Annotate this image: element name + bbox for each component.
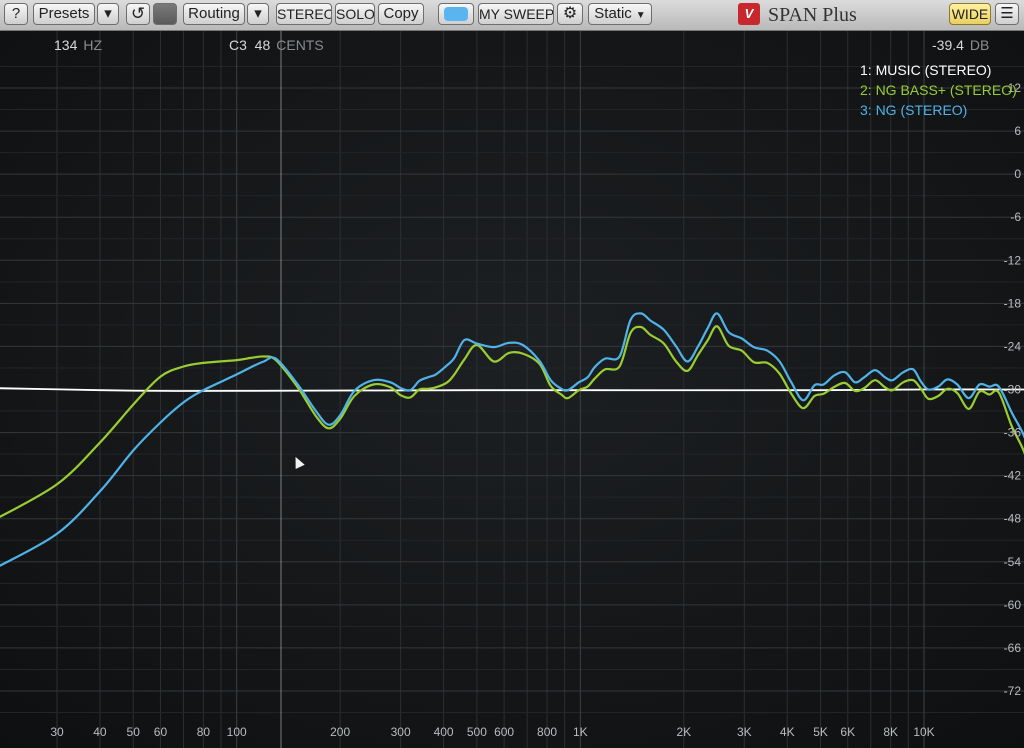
reset-button[interactable]: ↺ bbox=[126, 3, 150, 25]
y-tick-label: -6 bbox=[1010, 210, 1021, 224]
sweep-color-button[interactable] bbox=[438, 3, 474, 25]
y-tick-label: -72 bbox=[1004, 684, 1022, 698]
y-tick-label: -36 bbox=[1004, 426, 1022, 440]
color-swatch-button[interactable] bbox=[153, 3, 177, 25]
x-tick-label: 300 bbox=[391, 725, 411, 739]
toolbar: ? Presets ▾ ↺ Routing ▾ STEREO SOLO Copy… bbox=[0, 0, 1024, 31]
x-tick-label: 50 bbox=[127, 725, 141, 739]
spectrum-chart[interactable]: 1260-6-12-18-24-30-36-42-48-54-60-66-72 … bbox=[0, 31, 1024, 748]
y-tick-label: -18 bbox=[1004, 296, 1022, 310]
presets-dropdown-button[interactable]: ▾ bbox=[97, 3, 119, 25]
x-tick-label: 40 bbox=[93, 725, 107, 739]
routing-dropdown-button[interactable]: ▾ bbox=[247, 3, 269, 25]
x-tick-label: 10K bbox=[913, 725, 934, 739]
note-value: C3 48 bbox=[229, 37, 271, 53]
help-button[interactable]: ? bbox=[4, 3, 28, 25]
level-readout: -39.4 DB bbox=[932, 37, 989, 53]
menu-icon[interactable]: ☰ bbox=[995, 3, 1019, 25]
y-tick-label: -42 bbox=[1004, 469, 1022, 483]
y-tick-label: -54 bbox=[1004, 555, 1022, 569]
y-tick-label: -60 bbox=[1004, 598, 1022, 612]
app-title: SPAN Plus bbox=[768, 4, 857, 26]
y-tick-label: -30 bbox=[1004, 383, 1022, 397]
sweep-color-swatch bbox=[444, 7, 468, 21]
x-tick-label: 100 bbox=[227, 725, 247, 739]
x-tick-label: 80 bbox=[197, 725, 211, 739]
level-unit: DB bbox=[969, 37, 990, 53]
x-tick-label: 30 bbox=[50, 725, 64, 739]
y-tick-label: 6 bbox=[1014, 124, 1021, 138]
y-tick-label: -24 bbox=[1004, 339, 1022, 353]
frequency-value: 134 bbox=[54, 37, 78, 53]
x-tick-label: 6K bbox=[840, 725, 855, 739]
chevron-down-icon: ▼ bbox=[635, 10, 646, 21]
legend: 1: MUSIC (STEREO) 2: NG BASS+ (STEREO) 3… bbox=[860, 60, 1017, 120]
x-tick-label: 4K bbox=[780, 725, 795, 739]
mode-dropdown[interactable]: Static ▼ bbox=[588, 3, 652, 25]
wide-button[interactable]: WIDE bbox=[949, 3, 991, 25]
legend-item-ng[interactable]: 3: NG (STEREO) bbox=[860, 100, 1017, 120]
level-value: -39.4 bbox=[932, 37, 964, 53]
y-tick-label: -48 bbox=[1004, 512, 1022, 526]
legend-item-music[interactable]: 1: MUSIC (STEREO) bbox=[860, 60, 1017, 80]
x-tick-label: 600 bbox=[494, 725, 514, 739]
copy-button[interactable]: Copy bbox=[378, 3, 424, 25]
y-tick-label: -12 bbox=[1004, 253, 1022, 267]
x-tick-label: 400 bbox=[434, 725, 454, 739]
presets-button[interactable]: Presets bbox=[33, 3, 95, 25]
frequency-unit: HZ bbox=[83, 37, 103, 53]
readout-bar: 134 HZ C3 48 CENTS -39.4 DB bbox=[0, 31, 1024, 57]
x-tick-label: 5K bbox=[813, 725, 828, 739]
x-tick-label: 200 bbox=[330, 725, 350, 739]
x-tick-label: 2K bbox=[676, 725, 691, 739]
note-unit: CENTS bbox=[276, 37, 324, 53]
y-tick-label: 0 bbox=[1014, 167, 1021, 181]
settings-icon[interactable]: ⚙ bbox=[557, 3, 583, 25]
mode-label: Static bbox=[594, 5, 632, 22]
x-tick-label: 500 bbox=[467, 725, 487, 739]
x-tick-label: 60 bbox=[154, 725, 168, 739]
x-tick-label: 800 bbox=[537, 725, 557, 739]
x-tick-label: 1K bbox=[573, 725, 588, 739]
routing-button[interactable]: Routing bbox=[183, 3, 245, 25]
solo-button[interactable]: SOLO bbox=[335, 3, 375, 25]
my-sweep-button[interactable]: MY SWEEP bbox=[478, 3, 554, 25]
y-tick-label: -66 bbox=[1004, 641, 1022, 655]
x-tick-label: 8K bbox=[883, 725, 898, 739]
legend-item-ng-bass[interactable]: 2: NG BASS+ (STEREO) bbox=[860, 80, 1017, 100]
stereo-button[interactable]: STEREO bbox=[276, 3, 332, 25]
note-readout: C3 48 CENTS bbox=[229, 37, 324, 53]
x-tick-label: 3K bbox=[737, 725, 752, 739]
logo-icon: V bbox=[738, 3, 760, 25]
frequency-readout: 134 HZ bbox=[54, 37, 102, 53]
